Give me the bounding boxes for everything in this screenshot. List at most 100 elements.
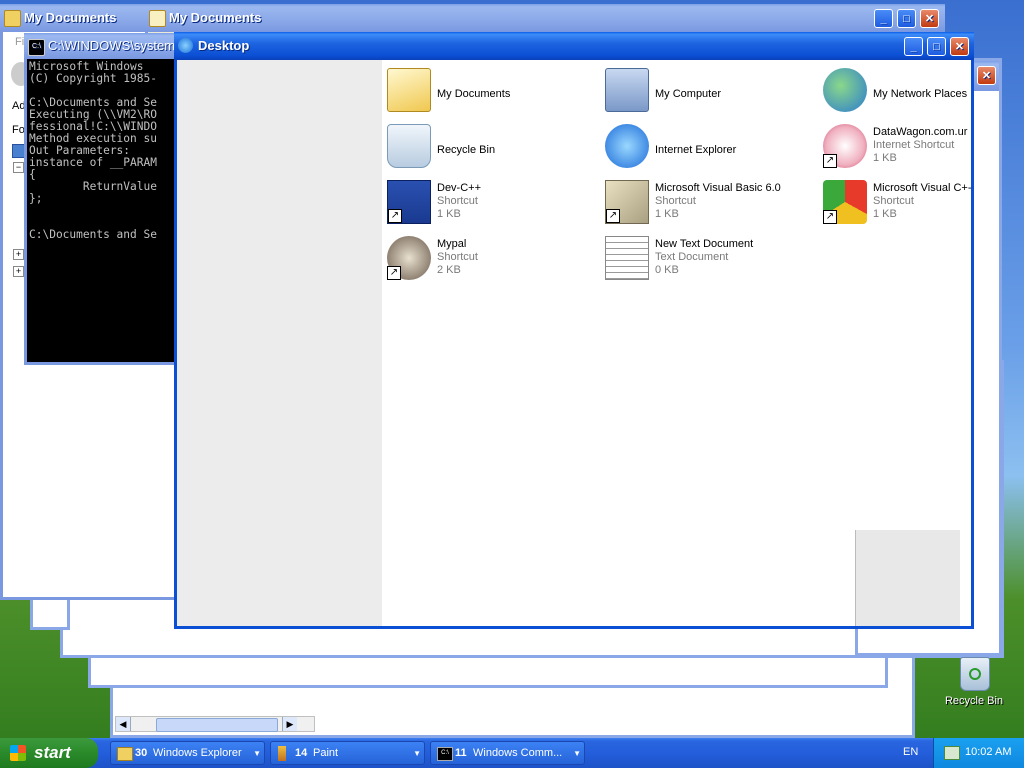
- window-title: My Documents: [24, 10, 117, 25]
- item-name: Dev-C++: [437, 182, 482, 194]
- paint-icon: [278, 746, 286, 761]
- tree-expand-icon[interactable]: +: [13, 249, 24, 260]
- shortcut-arrow-icon: ↗: [387, 266, 401, 280]
- visual-cpp-icon: ↗: [823, 180, 867, 224]
- devcpp-icon: ↗: [387, 180, 431, 224]
- cmd-icon: C:\: [28, 39, 45, 56]
- folders-label: Fo: [12, 124, 25, 136]
- item-name: Microsoft Visual C+-: [873, 182, 972, 194]
- close-button[interactable]: ✕: [920, 9, 939, 28]
- chevron-down-icon: ▼: [413, 749, 421, 758]
- text-document-icon: [605, 236, 649, 280]
- scroll-thumb[interactable]: [156, 718, 278, 732]
- minimize-button[interactable]: _: [904, 37, 923, 56]
- desktop-window: Desktop _ □ ✕ My Documents My Computer My …: [174, 32, 974, 629]
- item-detail: 1 KB: [437, 208, 461, 220]
- maximize-button[interactable]: □: [927, 37, 946, 56]
- item-detail: 1 KB: [873, 208, 897, 220]
- desktop-item[interactable]: Internet Explorer: [603, 120, 813, 172]
- shortcut-arrow-icon: ↗: [388, 209, 402, 223]
- desktop-item[interactable]: ↗ Mypal Shortcut 2 KB: [385, 232, 595, 284]
- my-documents-mid-titlebar[interactable]: My Documents _ □ ✕: [145, 4, 945, 32]
- item-detail: Text Document: [655, 251, 729, 263]
- desktop-item[interactable]: ↗ Dev-C++ Shortcut 1 KB: [385, 176, 595, 228]
- task-pane: [177, 60, 382, 626]
- window-title: My Documents: [169, 10, 262, 25]
- taskbar-group-windows-explorer[interactable]: 30 Windows Explorer ▼: [110, 741, 265, 765]
- item-name: My Documents: [437, 88, 511, 100]
- item-detail: 2 KB: [437, 264, 461, 276]
- item-detail: Internet Shortcut: [873, 139, 955, 151]
- folder-documents-icon: [387, 68, 431, 112]
- cmd-icon: C:\: [437, 747, 453, 761]
- internet-shortcut-icon: ↗: [823, 124, 867, 168]
- taskbar-group-windows-command[interactable]: C:\ 11 Windows Comm... ▼: [430, 741, 585, 765]
- item-name: Microsoft Visual Basic 6.0: [655, 182, 781, 194]
- desktop-item[interactable]: My Network Places: [821, 64, 1024, 116]
- taskbar: start 30 Windows Explorer ▼ 14 Paint ▼ C…: [0, 738, 1024, 768]
- desktop-item[interactable]: My Documents: [385, 64, 595, 116]
- menu-partial-label[interactable]: Fi: [15, 36, 24, 48]
- item-detail: 1 KB: [873, 152, 897, 164]
- group-label: Windows Explorer: [153, 747, 242, 759]
- group-label: Windows Comm...: [473, 747, 563, 759]
- command-prompt-titlebar[interactable]: C:\ C:\WINDOWS\system: [24, 33, 184, 59]
- scroll-right-arrow[interactable]: ▶: [282, 717, 297, 731]
- network-places-icon: [823, 68, 867, 112]
- network-tray-icon[interactable]: [944, 746, 960, 760]
- recycle-bin-icon: [960, 657, 990, 691]
- folder-icon: [4, 10, 21, 27]
- close-button[interactable]: ✕: [950, 37, 969, 56]
- item-name: Mypal: [437, 238, 467, 250]
- desktop-item[interactable]: My Computer: [603, 64, 813, 116]
- desktop-item[interactable]: ↗ Microsoft Visual Basic 6.0 Shortcut 1 KB: [603, 176, 813, 228]
- minimize-button[interactable]: _: [874, 9, 893, 28]
- computer-icon: [605, 68, 649, 112]
- maximize-button[interactable]: □: [897, 9, 916, 28]
- shortcut-arrow-icon: ↗: [606, 209, 620, 223]
- recycle-bin-icon: [387, 124, 431, 168]
- start-label: start: [34, 743, 71, 762]
- desktop-item[interactable]: New Text Document Text Document 0 KB: [603, 232, 813, 284]
- item-detail: Shortcut: [655, 195, 696, 207]
- group-count: 30: [135, 747, 148, 759]
- item-name: New Text Document: [655, 238, 754, 250]
- window-title: Desktop: [198, 38, 250, 53]
- horizontal-scrollbar[interactable]: ◀ ▶: [115, 716, 315, 732]
- desktop-recycle-bin[interactable]: Recycle Bin: [940, 655, 1010, 715]
- item-detail: Shortcut: [437, 251, 478, 263]
- item-detail: Shortcut: [873, 195, 914, 207]
- desktop-item[interactable]: ↗ DataWagon.com.ur Internet Shortcut 1 KB: [821, 120, 1024, 172]
- clock[interactable]: 10:02 AM: [965, 746, 1011, 758]
- folder-icon: [117, 747, 133, 761]
- item-detail: 0 KB: [655, 264, 679, 276]
- shortcut-arrow-icon: ↗: [823, 210, 837, 224]
- group-count: 14: [295, 747, 308, 759]
- item-name: Internet Explorer: [655, 144, 737, 156]
- item-name: My Computer: [655, 88, 722, 100]
- desktop-icon-label: Recycle Bin: [944, 695, 1004, 707]
- desktop-item[interactable]: Recycle Bin: [385, 120, 595, 172]
- item-name: Recycle Bin: [437, 144, 496, 156]
- taskbar-group-paint[interactable]: 14 Paint ▼: [270, 741, 425, 765]
- status-area-grey: [855, 530, 960, 626]
- language-indicator[interactable]: EN: [903, 746, 918, 758]
- group-label: Paint: [313, 747, 339, 759]
- chevron-down-icon: ▼: [253, 749, 261, 758]
- desktop-window-titlebar[interactable]: Desktop _ □ ✕: [174, 32, 974, 60]
- tree-expand-icon[interactable]: +: [13, 266, 24, 277]
- internet-explorer-icon: [605, 124, 649, 168]
- chevron-down-icon: ▼: [573, 749, 581, 758]
- desktop-item[interactable]: ↗ Microsoft Visual C+- Shortcut 1 KB: [821, 176, 1024, 228]
- item-detail: 1 KB: [655, 208, 679, 220]
- system-tray: 10:02 AM: [933, 738, 1024, 768]
- console-output[interactable]: Microsoft Windows (C) Copyright 1985- C:…: [29, 61, 179, 241]
- folder-documents-icon: [149, 10, 166, 27]
- scroll-left-arrow[interactable]: ◀: [116, 717, 131, 731]
- mypal-icon: ↗: [387, 236, 431, 280]
- tree-collapse-icon[interactable]: −: [13, 162, 24, 173]
- windows-logo-icon: [10, 745, 26, 761]
- start-button[interactable]: start: [0, 738, 98, 768]
- visual-basic-icon: ↗: [605, 180, 649, 224]
- window-title: C:\WINDOWS\system: [48, 38, 176, 53]
